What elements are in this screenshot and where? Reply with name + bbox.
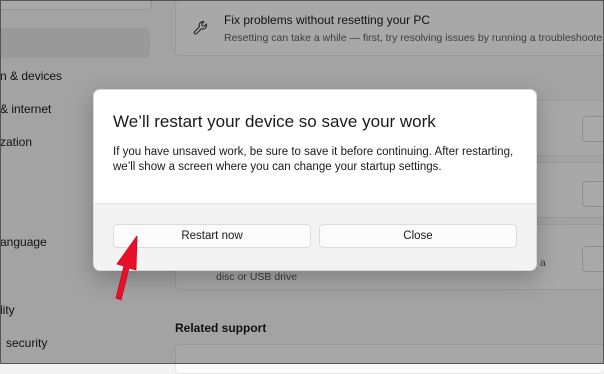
dialog-title: We’ll restart your device so save your w… [113,112,436,131]
close-button[interactable]: Close [319,224,517,248]
dialog-body: If you have unsaved work, be sure to sav… [113,146,514,173]
dialog-footer: Restart now Close [94,203,536,270]
annotation-arrow-icon [115,235,138,301]
settings-window: n & devices & internet zation anguage li… [0,0,604,374]
restart-dialog: We’ll restart your device so save your w… [93,89,537,271]
